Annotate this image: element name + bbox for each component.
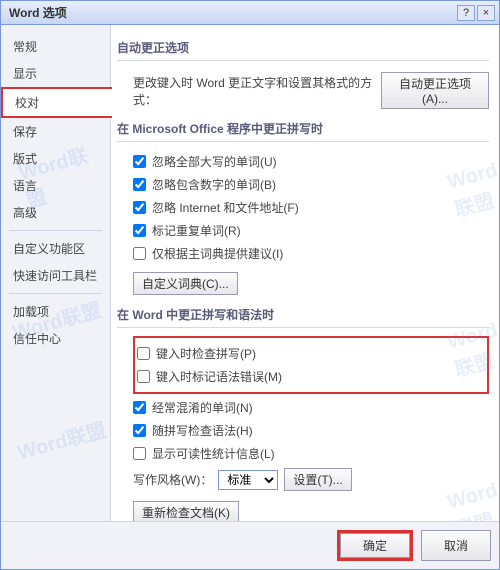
chk-mark-grammar[interactable]	[137, 370, 150, 383]
chk-grammar-with-spell[interactable]	[133, 424, 146, 437]
section-office-spell: 在 Microsoft Office 程序中更正拼写时	[117, 112, 489, 142]
lbl-confused-words: 经常混淆的单词(N)	[152, 399, 253, 416]
chk-readability[interactable]	[133, 447, 146, 460]
nav-qat[interactable]: 快速访问工具栏	[1, 262, 110, 289]
lbl-readability: 显示可读性统计信息(L)	[152, 445, 275, 462]
watermark: Word联盟	[14, 414, 109, 465]
autocorrect-row: 更改键入时 Word 更正文字和设置其格式的方式： 自动更正选项(A)...	[117, 69, 489, 112]
ok-button[interactable]: 确定	[340, 533, 410, 558]
lbl-ignore-internet: 忽略 Internet 和文件地址(F)	[152, 199, 299, 216]
section-word-spell: 在 Word 中更正拼写和语法时	[117, 298, 489, 328]
cancel-button[interactable]: 取消	[421, 530, 491, 561]
nav-advanced[interactable]: 高级	[1, 199, 110, 226]
dialog-title: Word 选项	[5, 4, 67, 21]
ok-highlight: 确定	[337, 530, 413, 561]
chk-ignore-internet[interactable]	[133, 201, 146, 214]
autocorrect-options-button[interactable]: 自动更正选项(A)...	[381, 72, 489, 109]
content-panel: Word联盟 Word联盟 Word联盟 自动更正选项 更改键入时 Word 更…	[111, 25, 499, 521]
nav-layout[interactable]: 版式	[1, 145, 110, 172]
custom-dict-button[interactable]: 自定义词典(C)...	[133, 272, 238, 295]
office-spell-group: 忽略全部大写的单词(U) 忽略包含数字的单词(B) 忽略 Internet 和文…	[117, 150, 489, 298]
chk-check-spell-as-type[interactable]	[137, 347, 150, 360]
separator	[9, 293, 102, 294]
nav-customize-ribbon[interactable]: 自定义功能区	[1, 235, 110, 262]
lbl-ignore-uppercase: 忽略全部大写的单词(U)	[152, 153, 277, 170]
section-autocorrect: 自动更正选项	[117, 31, 489, 61]
chk-ignore-numbers[interactable]	[133, 178, 146, 191]
options-dialog: Word 选项 ? × Word联盟 Word联盟 Word联盟 常规 显示 校…	[0, 0, 500, 570]
chk-confused-words[interactable]	[133, 401, 146, 414]
nav-save[interactable]: 保存	[1, 118, 110, 145]
nav-general[interactable]: 常规	[1, 33, 110, 60]
nav-language[interactable]: 语言	[1, 172, 110, 199]
lbl-ignore-numbers: 忽略包含数字的单词(B)	[152, 176, 276, 193]
lbl-grammar-with-spell: 随拼写检查语法(H)	[152, 422, 253, 439]
autocorrect-label: 更改键入时 Word 更正文字和设置其格式的方式：	[133, 74, 375, 108]
help-button[interactable]: ?	[457, 5, 475, 21]
highlight-box-1: 键入时检查拼写(P) 键入时标记语法错误(M)	[133, 336, 489, 394]
chk-main-dict-only[interactable]	[133, 247, 146, 260]
dialog-body: Word联盟 Word联盟 Word联盟 常规 显示 校对 保存 版式 语言 高…	[1, 25, 499, 521]
titlebar: Word 选项 ? ×	[1, 1, 499, 25]
chk-ignore-uppercase[interactable]	[133, 155, 146, 168]
lbl-check-spell-as-type: 键入时检查拼写(P)	[156, 345, 256, 362]
lbl-flag-repeated: 标记重复单词(R)	[152, 222, 241, 239]
nav-display[interactable]: 显示	[1, 60, 110, 87]
recheck-button[interactable]: 重新检查文档(K)	[133, 501, 239, 521]
button-bar: 确定 取消	[1, 521, 499, 569]
nav-proofing[interactable]: 校对	[1, 87, 112, 118]
chk-flag-repeated[interactable]	[133, 224, 146, 237]
close-button[interactable]: ×	[477, 5, 495, 21]
lbl-mark-grammar: 键入时标记语法错误(M)	[156, 368, 282, 385]
nav-trust[interactable]: 信任中心	[1, 325, 110, 352]
nav-addins[interactable]: 加载项	[1, 298, 110, 325]
writing-style-select[interactable]: 标准	[218, 470, 278, 490]
sidebar: Word联盟 Word联盟 Word联盟 常规 显示 校对 保存 版式 语言 高…	[1, 25, 111, 521]
lbl-main-dict-only: 仅根据主词典提供建议(I)	[152, 245, 283, 262]
word-spell-group: 键入时检查拼写(P) 键入时标记语法错误(M) 经常混淆的单词(N) 随拼写检查…	[117, 336, 489, 521]
settings-button[interactable]: 设置(T)...	[284, 468, 351, 491]
titlebar-buttons: ? ×	[457, 5, 495, 21]
writing-style-label: 写作风格(W)：	[133, 471, 212, 488]
separator	[9, 230, 102, 231]
